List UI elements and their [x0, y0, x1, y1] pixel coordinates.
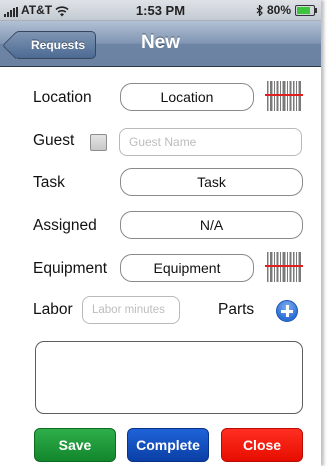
- save-button-label: Save: [58, 437, 92, 453]
- status-right: 80%: [256, 3, 317, 17]
- status-bar: AT&T 1:53 PM 80%: [0, 0, 321, 21]
- save-button[interactable]: Save: [34, 428, 116, 462]
- guest-label: Guest: [33, 132, 75, 149]
- battery-fill: [297, 6, 310, 14]
- assigned-value: N/A: [199, 217, 224, 233]
- battery-percent: 80%: [266, 3, 291, 17]
- page-title: New: [140, 32, 181, 53]
- location-barcode-scan-icon[interactable]: [265, 79, 303, 113]
- location-label: Location: [33, 89, 92, 106]
- equipment-button[interactable]: Equipment: [120, 254, 254, 282]
- labor-minutes-placeholder: Labor minutes: [92, 304, 165, 316]
- close-button[interactable]: Close: [221, 428, 303, 462]
- complete-button[interactable]: Complete: [127, 428, 209, 462]
- notes-textarea[interactable]: [35, 341, 303, 414]
- bluetooth-icon: [256, 4, 263, 16]
- navigation-bar: Requests New: [0, 21, 321, 67]
- guest-name-placeholder: Guest Name: [129, 135, 197, 149]
- assigned-button[interactable]: N/A: [120, 211, 303, 239]
- location-value: Location: [160, 89, 214, 105]
- guest-checkbox[interactable]: [90, 134, 107, 151]
- equipment-label: Equipment: [33, 260, 108, 277]
- equipment-barcode-scan-icon[interactable]: [265, 250, 303, 284]
- app-screen: AT&T 1:53 PM 80% Requests New Location L…: [0, 0, 321, 466]
- task-button[interactable]: Task: [120, 168, 303, 196]
- location-button[interactable]: Location: [120, 83, 254, 111]
- close-button-label: Close: [242, 437, 282, 453]
- complete-button-label: Complete: [136, 437, 200, 453]
- equipment-value: Equipment: [153, 260, 221, 276]
- guest-name-input[interactable]: Guest Name: [119, 128, 302, 156]
- assigned-label: Assigned: [33, 217, 97, 234]
- parts-label: Parts: [218, 301, 255, 318]
- task-value: Task: [197, 174, 226, 190]
- add-parts-icon[interactable]: [276, 300, 298, 322]
- battery-icon: [295, 4, 317, 16]
- labor-minutes-input[interactable]: Labor minutes: [82, 296, 180, 324]
- task-label: Task: [33, 174, 65, 191]
- labor-label: Labor: [33, 301, 73, 318]
